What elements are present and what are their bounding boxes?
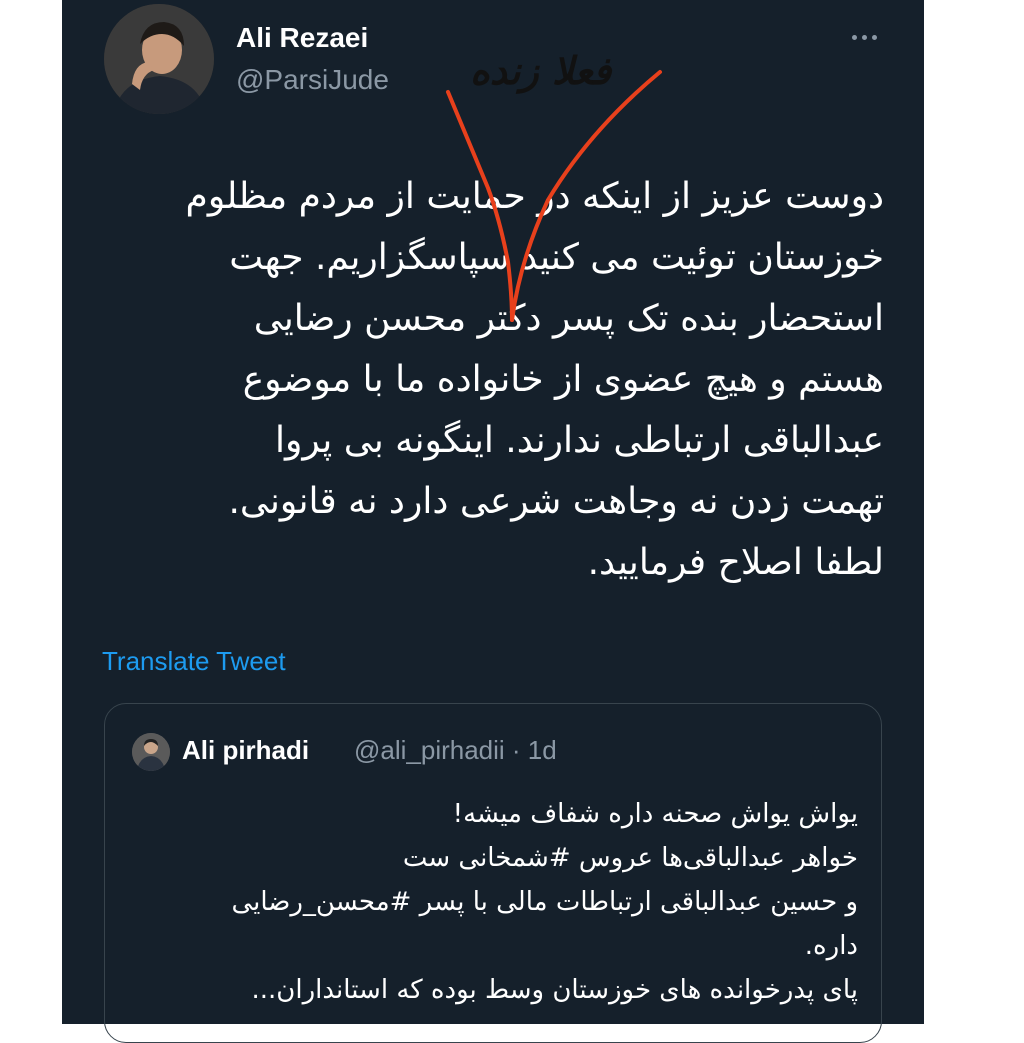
translate-tweet-link[interactable]: Translate Tweet (102, 646, 286, 677)
person-photo-icon (104, 4, 214, 114)
quoted-line: یواش یواش صحنه داره شفاف میشه! (452, 799, 858, 829)
author-handle[interactable]: @ParsiJude (236, 64, 389, 96)
quoted-line: خواهر عبدالباقی‌ها عروس #شمخانی ست (402, 843, 858, 873)
quoted-author-meta[interactable]: @ali_pirhadii · 1d (354, 735, 557, 766)
quoted-author-avatar[interactable] (132, 733, 170, 771)
quoted-author-name[interactable]: Ali pirhadi (182, 735, 309, 766)
quoted-line: و حسین عبدالباقی ارتباطات مالی با پسر #م… (231, 887, 858, 917)
more-dots-icon[interactable] (844, 26, 884, 48)
tweet-body: دوست عزیز از اینکه در حمایت از مردم مظلو… (185, 176, 884, 583)
author-name[interactable]: Ali Rezaei (236, 22, 368, 54)
quoted-line: پای پدرخوانده های خوزستان وسط بوده که اس… (251, 975, 858, 1005)
quoted-line: داره. (804, 931, 858, 961)
author-avatar[interactable] (104, 4, 214, 114)
person-photo-icon (132, 733, 170, 771)
handwritten-annotation: فعلا زنده (470, 48, 612, 93)
quoted-tweet-body: یواش یواش صحنه داره شفاف میشه! خواهر عبد… (120, 792, 858, 1012)
